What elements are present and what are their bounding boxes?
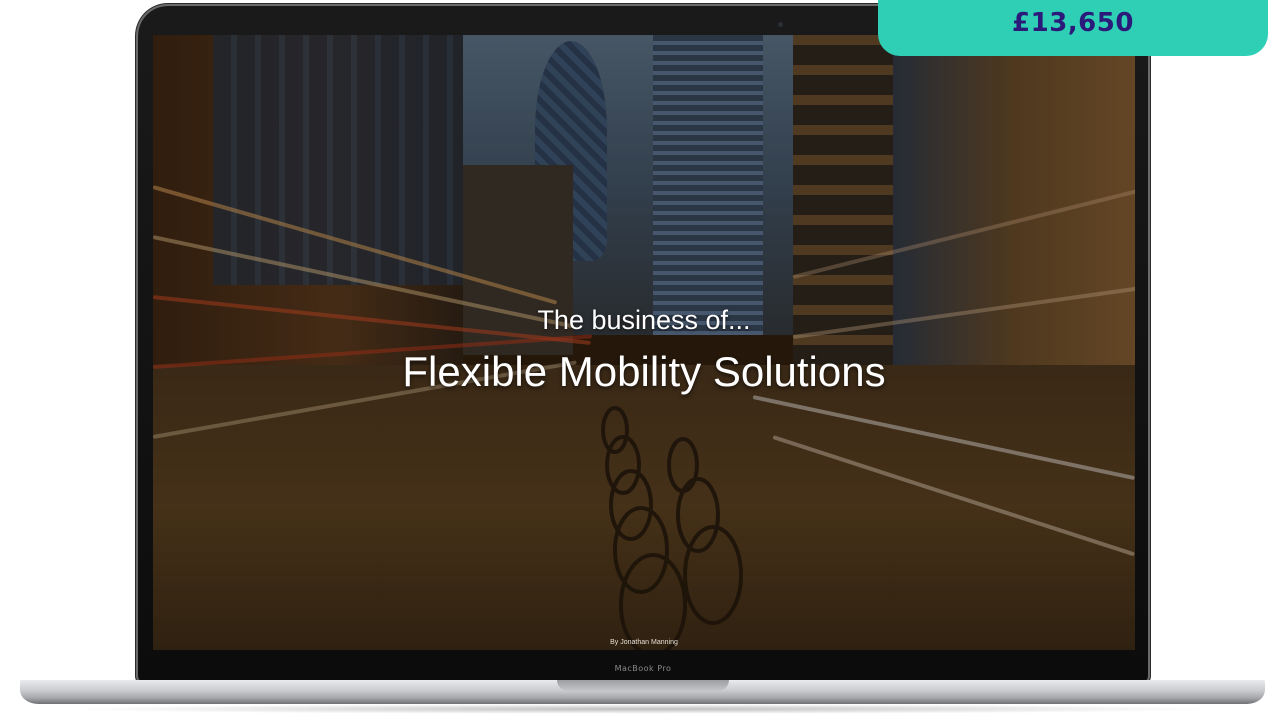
laptop-shadow bbox=[60, 704, 1225, 714]
screen-overlay bbox=[153, 35, 1135, 650]
product-preview: The business of... Flexible Mobility Sol… bbox=[0, 0, 1278, 721]
price-badge: £13,650 bbox=[878, 0, 1268, 56]
slide-byline: By Jonathan Manning bbox=[610, 639, 678, 646]
price-value: £13,650 bbox=[1012, 8, 1134, 38]
laptop-screen: The business of... Flexible Mobility Sol… bbox=[153, 35, 1135, 650]
camera-dot bbox=[778, 22, 783, 27]
laptop-model-label: MacBook Pro bbox=[614, 664, 672, 673]
slide-subtitle: The business of... bbox=[537, 305, 751, 335]
slide-title: Flexible Mobility Solutions bbox=[402, 348, 886, 395]
laptop-base-notch bbox=[557, 680, 729, 691]
